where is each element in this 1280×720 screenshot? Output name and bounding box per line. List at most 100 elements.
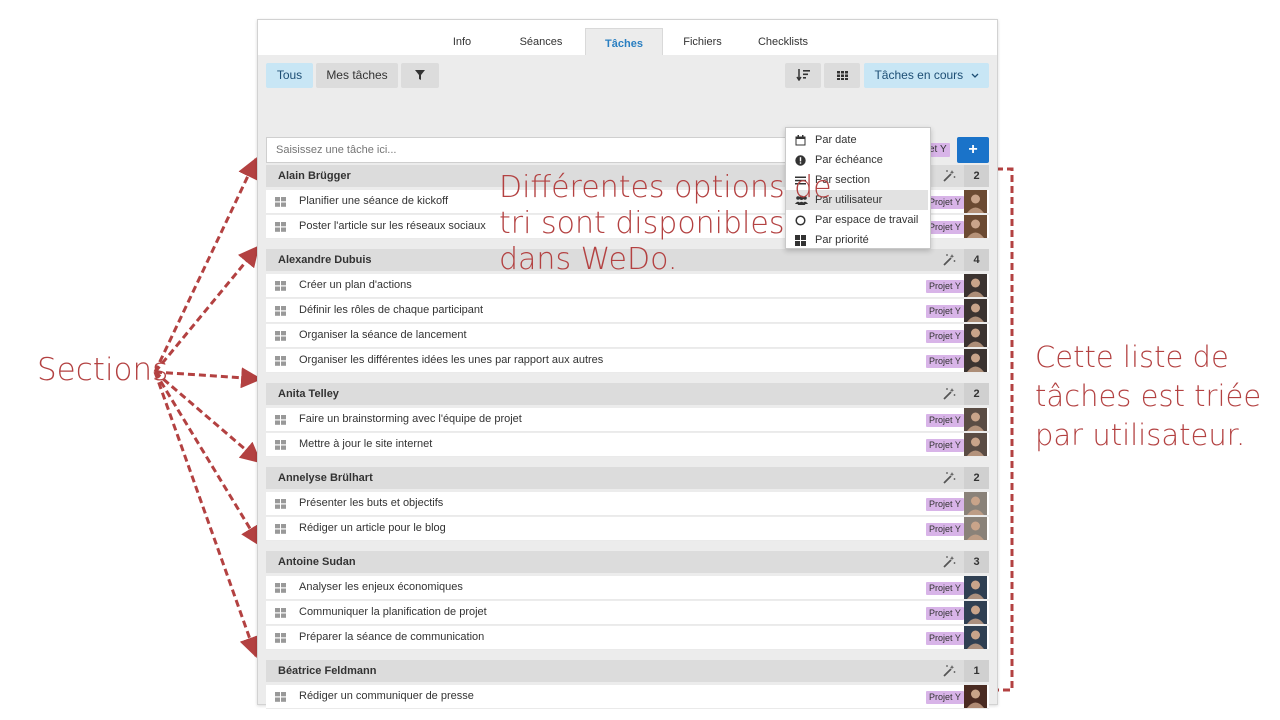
user-avatar: [964, 626, 987, 649]
project-tag[interactable]: Projet Y: [926, 330, 964, 343]
task-row[interactable]: Préparer la séance de communication Proje…: [266, 626, 989, 650]
task-name[interactable]: Faire un brainstorming avec l'équipe de …: [299, 408, 522, 431]
project-tag[interactable]: Projet Y: [926, 632, 964, 645]
project-tag[interactable]: Projet Y: [926, 498, 964, 511]
task-name[interactable]: Communiquer la planification de projet: [299, 601, 487, 624]
task-name[interactable]: Définir les rôles de chaque participant: [299, 299, 483, 322]
task-row[interactable]: Communiquer la planification de projet Pr…: [266, 601, 989, 625]
project-tag[interactable]: Projet Y: [926, 607, 964, 620]
arrow-to-alexandre-dubuis: [153, 245, 260, 373]
user-avatar: [964, 215, 987, 238]
drag-handle-icon[interactable]: [275, 306, 286, 316]
project-tag[interactable]: Projet Y: [926, 523, 964, 536]
list-bracket: [996, 167, 1014, 692]
magic-wand-icon[interactable]: [942, 555, 956, 569]
arrow-to-alain-brugger: [153, 157, 258, 373]
filter-all-button[interactable]: Tous: [266, 63, 313, 88]
drag-handle-icon[interactable]: [275, 583, 286, 593]
task-name[interactable]: Mettre à jour le site internet: [299, 433, 432, 456]
project-tag[interactable]: Projet Y: [926, 221, 964, 234]
project-tag[interactable]: Projet Y: [926, 305, 964, 318]
magic-wand-icon[interactable]: [942, 664, 956, 678]
task-row[interactable]: Organiser les différentes idées les unes…: [266, 349, 989, 373]
tab-checklists[interactable]: Checklists: [753, 29, 813, 55]
tab-bar: Info Séances Tâches Fichiers Checklists: [258, 20, 997, 56]
task-name[interactable]: Préparer la séance de communication: [299, 626, 484, 649]
list-note-line: Cette liste de: [1035, 340, 1229, 374]
magic-wand-icon[interactable]: [942, 471, 956, 485]
task-row[interactable]: Rédiger un article pour le blog Projet Y: [266, 517, 989, 541]
list-note-line: par utilisateur.: [1035, 418, 1246, 452]
drag-handle-icon[interactable]: [275, 633, 286, 643]
user-avatar: [964, 324, 987, 347]
arrow-to-anita-telley: [154, 367, 263, 389]
filter-button[interactable]: [401, 63, 439, 88]
task-row[interactable]: Analyser les enjeux économiques Projet Y: [266, 576, 989, 600]
sort-by-deadline[interactable]: Par échéance: [786, 150, 928, 170]
tab-seances[interactable]: Séances: [516, 29, 566, 55]
drag-handle-icon[interactable]: [275, 692, 286, 702]
task-row[interactable]: Faire un brainstorming avec l'équipe de …: [266, 408, 989, 432]
view-grid-button[interactable]: [824, 63, 860, 88]
list-note-line: tâches est triée: [1035, 379, 1262, 413]
drag-handle-icon[interactable]: [275, 222, 286, 232]
section-title: Alexandre Dubuis: [278, 254, 372, 266]
section-header[interactable]: Annelyse Brülhart 2: [266, 467, 989, 489]
drag-handle-icon[interactable]: [275, 608, 286, 618]
drag-handle-icon[interactable]: [275, 356, 286, 366]
task-name[interactable]: Organiser les différentes idées les unes…: [299, 349, 603, 372]
task-name[interactable]: Présenter les buts et objectifs: [299, 492, 443, 515]
section-task-count: 2: [964, 383, 989, 405]
section-header[interactable]: Antoine Sudan 3: [266, 551, 989, 573]
sort-button[interactable]: [785, 63, 821, 88]
magic-wand-icon[interactable]: [942, 169, 956, 183]
my-tasks-button[interactable]: Mes tâches: [316, 63, 398, 88]
user-avatar: [964, 685, 987, 708]
drag-handle-icon[interactable]: [275, 440, 286, 450]
project-tag[interactable]: Projet Y: [926, 355, 964, 368]
project-tag[interactable]: Projet Y: [926, 582, 964, 595]
sort-by-date[interactable]: Par date: [786, 130, 928, 150]
tab-fichiers[interactable]: Fichiers: [678, 29, 727, 55]
drag-handle-icon[interactable]: [275, 281, 286, 291]
task-name[interactable]: Rédiger un article pour le blog: [299, 517, 446, 540]
section-title: Anita Telley: [278, 388, 339, 400]
task-row[interactable]: Organiser la séance de lancement Projet Y: [266, 324, 989, 348]
task-row[interactable]: Définir les rôles de chaque participant P…: [266, 299, 989, 323]
arrow-to-antoine-sudan: [153, 371, 262, 547]
tab-info[interactable]: Info: [446, 29, 478, 55]
project-tag[interactable]: Projet Y: [926, 196, 964, 209]
task-name[interactable]: Planifier une séance de kickoff: [299, 190, 448, 213]
task-name[interactable]: Créer un plan d'actions: [299, 274, 412, 297]
task-name[interactable]: Rédiger un communiquer de presse: [299, 685, 474, 708]
task-row[interactable]: Présenter les buts et objectifs Projet Y: [266, 492, 989, 516]
drag-handle-icon[interactable]: [275, 524, 286, 534]
section-header[interactable]: Anita Telley 2: [266, 383, 989, 405]
magic-wand-icon[interactable]: [942, 387, 956, 401]
task-name[interactable]: Analyser les enjeux économiques: [299, 576, 463, 599]
drag-handle-icon[interactable]: [275, 499, 286, 509]
task-name[interactable]: Poster l'article sur les réseaux sociaux: [299, 215, 486, 238]
drag-handle-icon[interactable]: [275, 197, 286, 207]
magic-wand-icon[interactable]: [942, 253, 956, 267]
task-row[interactable]: Rédiger un communiquer de presse Projet Y: [266, 685, 989, 709]
arrow-to-annelyse-brulhart: [154, 370, 262, 464]
tab-taches[interactable]: Tâches: [585, 28, 663, 56]
drag-handle-icon[interactable]: [275, 331, 286, 341]
section-title: Alain Brügger: [278, 170, 351, 182]
project-tag[interactable]: Projet Y: [926, 439, 964, 452]
section-title: Antoine Sudan: [278, 556, 356, 568]
project-tag[interactable]: Projet Y: [926, 414, 964, 427]
task-status-dropdown[interactable]: Tâches en cours: [864, 63, 989, 88]
section-header[interactable]: Béatrice Feldmann 1: [266, 660, 989, 682]
drag-handle-icon[interactable]: [275, 415, 286, 425]
task-name[interactable]: Organiser la séance de lancement: [299, 324, 467, 347]
add-task-button[interactable]: +: [957, 137, 989, 163]
section-task-count: 2: [964, 165, 989, 187]
sort-by-deadline-label: Par échéance: [815, 154, 883, 166]
calendar-icon: [795, 135, 806, 146]
sort-note-line: Différentes options de: [499, 170, 832, 205]
project-tag[interactable]: Projet Y: [926, 280, 964, 293]
project-tag[interactable]: Projet Y: [926, 691, 964, 704]
task-row[interactable]: Mettre à jour le site internet Projet Y: [266, 433, 989, 457]
